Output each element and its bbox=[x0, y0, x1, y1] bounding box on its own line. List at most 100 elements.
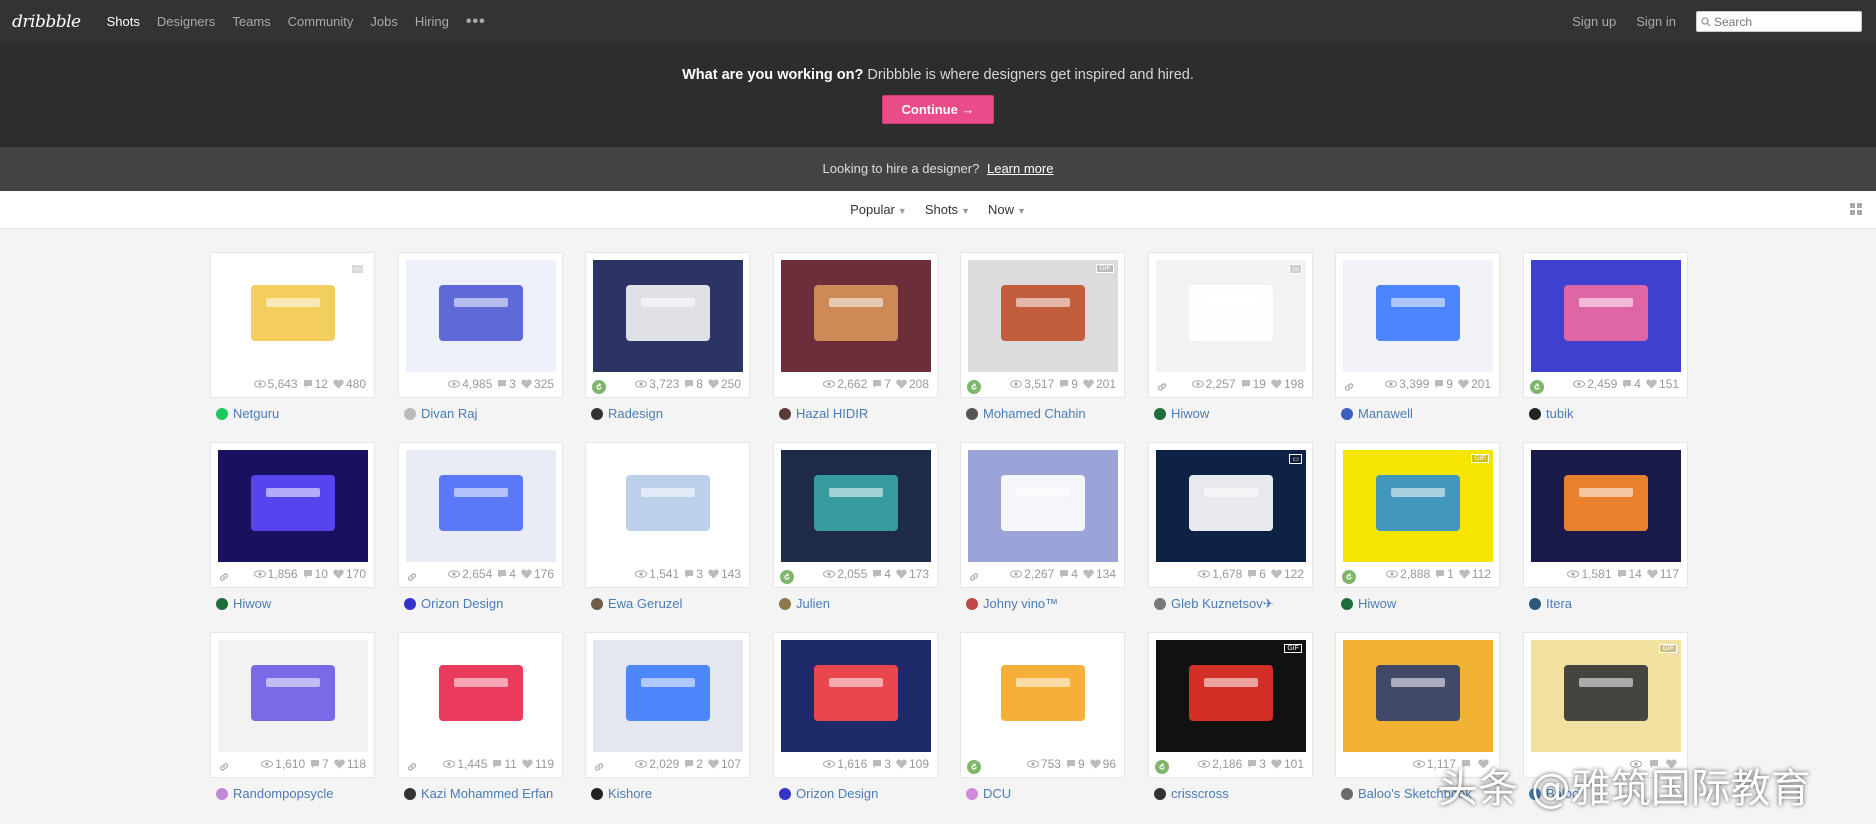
shot-card[interactable]: GIF 3,517 9 201 Mohamed Chahin bbox=[960, 252, 1125, 421]
nav-designers[interactable]: Designers bbox=[157, 14, 216, 29]
designer-name[interactable]: Radesign bbox=[608, 406, 663, 421]
designer-name[interactable]: Hiwow bbox=[1171, 406, 1209, 421]
rebound-icon[interactable] bbox=[1342, 570, 1356, 584]
shot-designer[interactable]: Hiwow bbox=[216, 596, 375, 611]
avatar[interactable] bbox=[779, 787, 791, 800]
rebound-icon[interactable] bbox=[780, 570, 794, 584]
designer-name[interactable]: Divan Raj bbox=[421, 406, 477, 421]
likes-stat[interactable]: 201 bbox=[1458, 377, 1491, 391]
shot-thumbnail[interactable] bbox=[781, 260, 931, 372]
rebound-icon[interactable] bbox=[1530, 380, 1544, 394]
designer-name[interactable]: Netguru bbox=[233, 406, 279, 421]
shot-thumbnail[interactable] bbox=[218, 450, 368, 562]
designer-name[interactable]: Hiwow bbox=[1358, 596, 1396, 611]
shot-designer[interactable]: Randompopsycle bbox=[216, 786, 375, 801]
shot-card[interactable]: 1,616 3 109 Orizon Design bbox=[773, 632, 938, 801]
likes-stat[interactable]: 325 bbox=[521, 377, 554, 391]
rebound-icon[interactable] bbox=[967, 380, 981, 394]
shot-card[interactable]: 2,459 4 151 tubik bbox=[1523, 252, 1688, 421]
shot-thumbnail[interactable] bbox=[968, 450, 1118, 562]
shot-thumbnail[interactable] bbox=[781, 450, 931, 562]
likes-stat[interactable]: 134 bbox=[1083, 567, 1116, 581]
avatar[interactable] bbox=[1529, 597, 1541, 610]
shot-designer[interactable]: crisscross bbox=[1154, 786, 1313, 801]
designer-name[interactable]: Manawell bbox=[1358, 406, 1413, 421]
nav-community[interactable]: Community bbox=[288, 14, 354, 29]
shot-designer[interactable]: Julien bbox=[779, 596, 938, 611]
shot-thumbnail[interactable]: ▭ bbox=[1156, 260, 1306, 372]
avatar[interactable] bbox=[404, 787, 416, 800]
signup-link[interactable]: Sign up bbox=[1572, 14, 1616, 29]
avatar[interactable] bbox=[591, 597, 603, 610]
link-icon[interactable] bbox=[592, 760, 606, 774]
search-input[interactable] bbox=[1714, 14, 1854, 29]
avatar[interactable] bbox=[779, 597, 791, 610]
shot-designer[interactable]: Hiwow bbox=[1154, 406, 1313, 421]
likes-stat[interactable]: 198 bbox=[1271, 377, 1304, 391]
continue-button[interactable]: Continue → bbox=[882, 95, 994, 124]
shot-designer[interactable]: tubik bbox=[1529, 406, 1688, 421]
shot-thumbnail[interactable] bbox=[406, 640, 556, 752]
shot-card[interactable]: 1,610 7 118 Randompopsycle bbox=[210, 632, 375, 801]
shot-card[interactable]: 2,267 4 134 Johny vino™ bbox=[960, 442, 1125, 611]
designer-name[interactable]: Randompopsycle bbox=[233, 786, 333, 801]
avatar[interactable] bbox=[1154, 407, 1166, 420]
avatar[interactable] bbox=[216, 597, 228, 610]
avatar[interactable] bbox=[1341, 407, 1353, 420]
designer-name[interactable]: tubik bbox=[1546, 406, 1573, 421]
likes-stat[interactable]: 96 bbox=[1089, 757, 1116, 771]
time-filter[interactable]: Now ▼ bbox=[988, 202, 1026, 217]
link-icon[interactable] bbox=[405, 760, 419, 774]
likes-stat[interactable]: 170 bbox=[333, 567, 366, 581]
likes-stat[interactable]: 101 bbox=[1271, 757, 1304, 771]
link-icon[interactable] bbox=[1342, 380, 1356, 394]
shot-designer[interactable]: Johny vino™ bbox=[966, 596, 1125, 611]
nav-shots[interactable]: Shots bbox=[107, 14, 140, 29]
shot-card[interactable]: 1,445 11 119 Kazi Mohammed Erfan bbox=[398, 632, 563, 801]
designer-name[interactable]: Orizon Design bbox=[421, 596, 503, 611]
avatar[interactable] bbox=[1154, 598, 1166, 610]
avatar[interactable] bbox=[966, 787, 978, 800]
shot-thumbnail[interactable] bbox=[1531, 450, 1681, 562]
grid-view-icon[interactable] bbox=[1850, 203, 1862, 215]
shot-card[interactable]: 753 9 96 DCU bbox=[960, 632, 1125, 801]
link-icon[interactable] bbox=[217, 570, 231, 584]
avatar[interactable] bbox=[1341, 597, 1353, 610]
shot-card[interactable]: GIF 2,186 3 101 crisscross bbox=[1148, 632, 1313, 801]
likes-stat[interactable]: 176 bbox=[521, 567, 554, 581]
avatar[interactable] bbox=[591, 407, 603, 420]
shot-designer[interactable]: Ewa Geruzel bbox=[591, 596, 750, 611]
designer-name[interactable]: Itera bbox=[1546, 596, 1572, 611]
nav-teams[interactable]: Teams bbox=[232, 14, 270, 29]
likes-stat[interactable]: 122 bbox=[1271, 567, 1304, 581]
shot-thumbnail[interactable] bbox=[406, 260, 556, 372]
shot-thumbnail[interactable] bbox=[781, 640, 931, 752]
designer-name[interactable]: Kazi Mohammed Erfan bbox=[421, 786, 553, 801]
nav-jobs[interactable]: Jobs bbox=[370, 14, 397, 29]
avatar[interactable] bbox=[1154, 787, 1166, 800]
rebound-icon[interactable] bbox=[1155, 760, 1169, 774]
shot-card[interactable]: 3,399 9 201 Manawell bbox=[1335, 252, 1500, 421]
designer-name[interactable]: Ewa Geruzel bbox=[608, 596, 682, 611]
likes-stat[interactable]: 109 bbox=[896, 757, 929, 771]
avatar[interactable] bbox=[1341, 787, 1353, 800]
likes-stat[interactable]: 118 bbox=[334, 757, 366, 771]
link-icon[interactable] bbox=[967, 570, 981, 584]
shot-designer[interactable]: Netguru bbox=[216, 406, 375, 421]
learn-more-link[interactable]: Learn more bbox=[987, 161, 1053, 176]
avatar[interactable] bbox=[779, 407, 791, 420]
shot-thumbnail[interactable]: GIF bbox=[1156, 640, 1306, 752]
shot-thumbnail[interactable] bbox=[1531, 260, 1681, 372]
shot-card[interactable]: GIF 2,888 1 112 Hiwow bbox=[1335, 442, 1500, 611]
shot-thumbnail[interactable]: ▭ bbox=[1156, 450, 1306, 562]
shot-designer[interactable]: Kishore bbox=[591, 786, 750, 801]
rebound-icon[interactable] bbox=[592, 380, 606, 394]
rebound-icon[interactable] bbox=[967, 760, 981, 774]
shot-designer[interactable]: Orizon Design bbox=[404, 596, 563, 611]
avatar[interactable] bbox=[591, 787, 603, 800]
shot-designer[interactable]: Divan Raj bbox=[404, 406, 563, 421]
shot-thumbnail[interactable]: GIF bbox=[1343, 450, 1493, 562]
shot-thumbnail[interactable]: GIF bbox=[1531, 640, 1681, 752]
designer-name[interactable]: Johny vino™ bbox=[983, 596, 1058, 611]
shot-card[interactable]: 3,723 8 250 Radesign bbox=[585, 252, 750, 421]
